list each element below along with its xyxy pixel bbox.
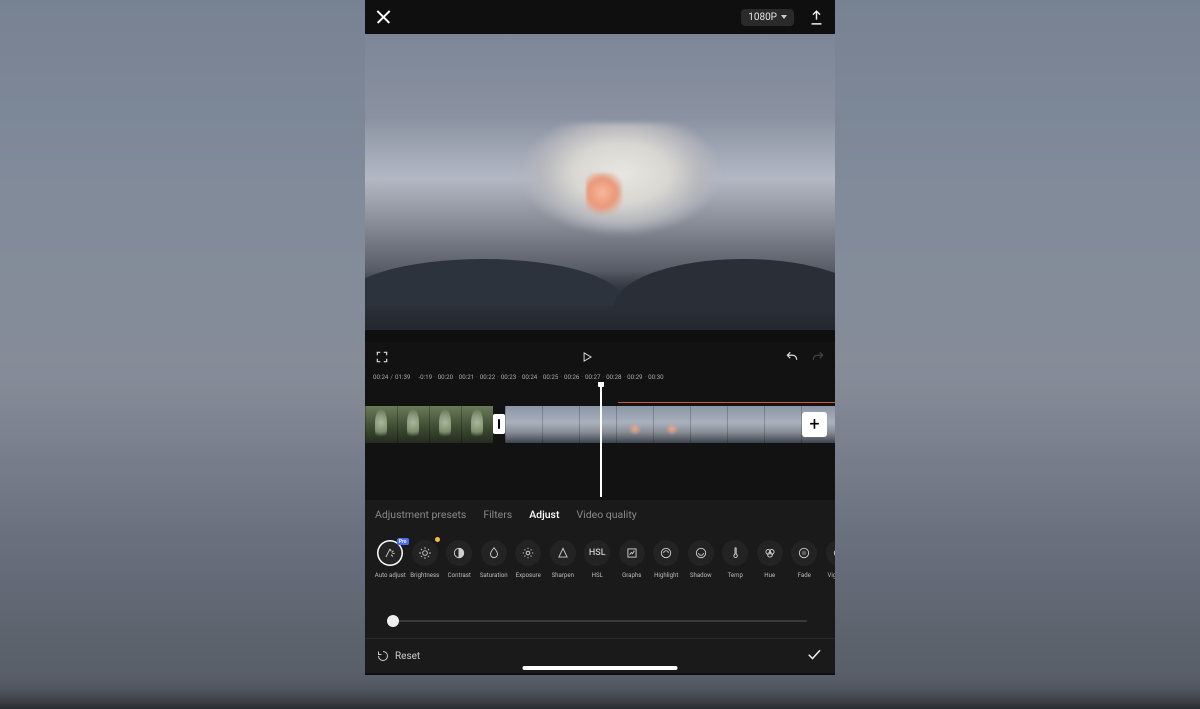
tool-sharpen[interactable]: Sharpen	[546, 540, 581, 579]
ruler-mark: 00:24	[522, 373, 537, 381]
tool-fade[interactable]: Fade	[787, 540, 822, 579]
tool-temp[interactable]: Temp	[718, 540, 753, 579]
tool-label: Saturation	[480, 572, 508, 579]
vignette-icon	[826, 540, 835, 566]
tool-saturation[interactable]: Saturation	[477, 540, 512, 579]
tool-label: Vignette	[827, 572, 835, 579]
redo-icon[interactable]	[811, 350, 825, 364]
exposure-icon	[515, 540, 541, 566]
adjust-slider[interactable]	[393, 620, 807, 622]
tool-exposure[interactable]: Exposure	[511, 540, 546, 579]
undo-icon[interactable]	[785, 350, 799, 364]
confirm-icon[interactable]	[805, 645, 823, 667]
tool-vignette[interactable]: Vignette	[822, 540, 836, 579]
fullscreen-icon[interactable]	[375, 350, 389, 364]
tool-label: Brightness	[410, 572, 439, 579]
tool-hue[interactable]: Hue	[753, 540, 788, 579]
sharpen-icon	[550, 540, 576, 566]
tool-shadow[interactable]: Shadow	[684, 540, 719, 579]
tool-label: Exposure	[516, 572, 541, 579]
graphs-icon	[619, 540, 645, 566]
tab-adjust[interactable]: Adjust	[529, 508, 559, 521]
current-time: 00:24	[373, 373, 388, 381]
ruler-offset: -0:19	[418, 373, 432, 381]
ruler-mark: 00:27	[585, 373, 600, 381]
ruler-mark: 00:26	[564, 373, 579, 381]
reset-label: Reset	[395, 651, 420, 662]
ruler-mark: 00:25	[543, 373, 558, 381]
tool-label: Fade	[798, 572, 811, 579]
ruler-mark: 00:28	[606, 373, 621, 381]
tool-label: Highlight	[654, 572, 678, 579]
adjust-tools: ProAuto adjustBrightness Contrast Saturati…	[365, 528, 835, 604]
highlight-icon	[653, 540, 679, 566]
export-icon[interactable]	[808, 9, 825, 26]
saturation-icon	[481, 540, 507, 566]
contrast-icon	[446, 540, 472, 566]
tool-label: Sharpen	[552, 572, 574, 579]
tool-contrast[interactable]: Contrast	[442, 540, 477, 579]
add-clip-button[interactable]: +	[802, 412, 827, 437]
tool-label: HSL	[592, 572, 603, 579]
tool-label: Hue	[764, 572, 775, 579]
tool-auto[interactable]: ProAuto adjust	[373, 540, 408, 579]
total-time: 01:39	[395, 373, 410, 381]
slider-knob[interactable]	[387, 615, 399, 627]
brightness-icon	[412, 540, 438, 566]
transition-handle[interactable]	[493, 414, 505, 434]
temp-icon	[722, 540, 748, 566]
playback-controls	[365, 342, 835, 372]
ruler-mark: 00:30	[648, 373, 663, 381]
tab-presets[interactable]: Adjustment presets	[375, 508, 466, 521]
time-ruler[interactable]: 00:24 / 01:39 -0:19 ·00:20·00:21·00:22·0…	[365, 372, 835, 382]
adjust-slider-row	[365, 604, 835, 638]
reset-button[interactable]: Reset	[377, 650, 420, 662]
home-indicator[interactable]	[523, 666, 678, 670]
tool-label: Graphs	[622, 572, 641, 579]
resolution-label: 1080P	[748, 12, 777, 23]
playhead[interactable]	[600, 384, 602, 497]
editor-header: 1080P	[365, 0, 835, 34]
tool-graphs[interactable]: Graphs	[615, 540, 650, 579]
resolution-dropdown[interactable]: 1080P	[741, 9, 794, 26]
ruler-mark: 00:29	[627, 373, 642, 381]
tab-quality[interactable]: Video quality	[576, 508, 636, 521]
tab-filters[interactable]: Filters	[483, 508, 512, 521]
ruler-mark: 00:21	[459, 373, 474, 381]
ruler-mark: 00:23	[501, 373, 516, 381]
tool-label: Temp	[728, 572, 743, 579]
tool-label: Contrast	[448, 572, 471, 579]
close-icon[interactable]	[375, 8, 393, 26]
ruler-mark: 00:20	[438, 373, 453, 381]
tool-label: Auto adjust	[375, 572, 406, 579]
header-actions: 1080P	[741, 9, 825, 26]
tool-hsl[interactable]: HSL HSL	[580, 540, 615, 579]
hsl-icon: HSL	[584, 540, 610, 566]
ruler-mark: 00:22	[480, 373, 495, 381]
fade-icon	[791, 540, 817, 566]
adjustment-tabs: Adjustment presets Filters Adjust Video qua…	[365, 500, 835, 528]
clip-2[interactable]	[505, 406, 835, 443]
audio-level-line	[618, 402, 835, 403]
preview-canvas	[365, 34, 835, 330]
timeline[interactable]: +	[365, 382, 835, 500]
hue-icon	[757, 540, 783, 566]
tool-label: Shadow	[690, 572, 712, 579]
shadow-icon	[688, 540, 714, 566]
play-icon[interactable]	[580, 350, 594, 364]
tool-highlight[interactable]: Highlight	[649, 540, 684, 579]
tool-brightness[interactable]: Brightness	[408, 540, 443, 579]
clip-1[interactable]	[365, 406, 493, 443]
video-preview[interactable]	[365, 34, 835, 330]
